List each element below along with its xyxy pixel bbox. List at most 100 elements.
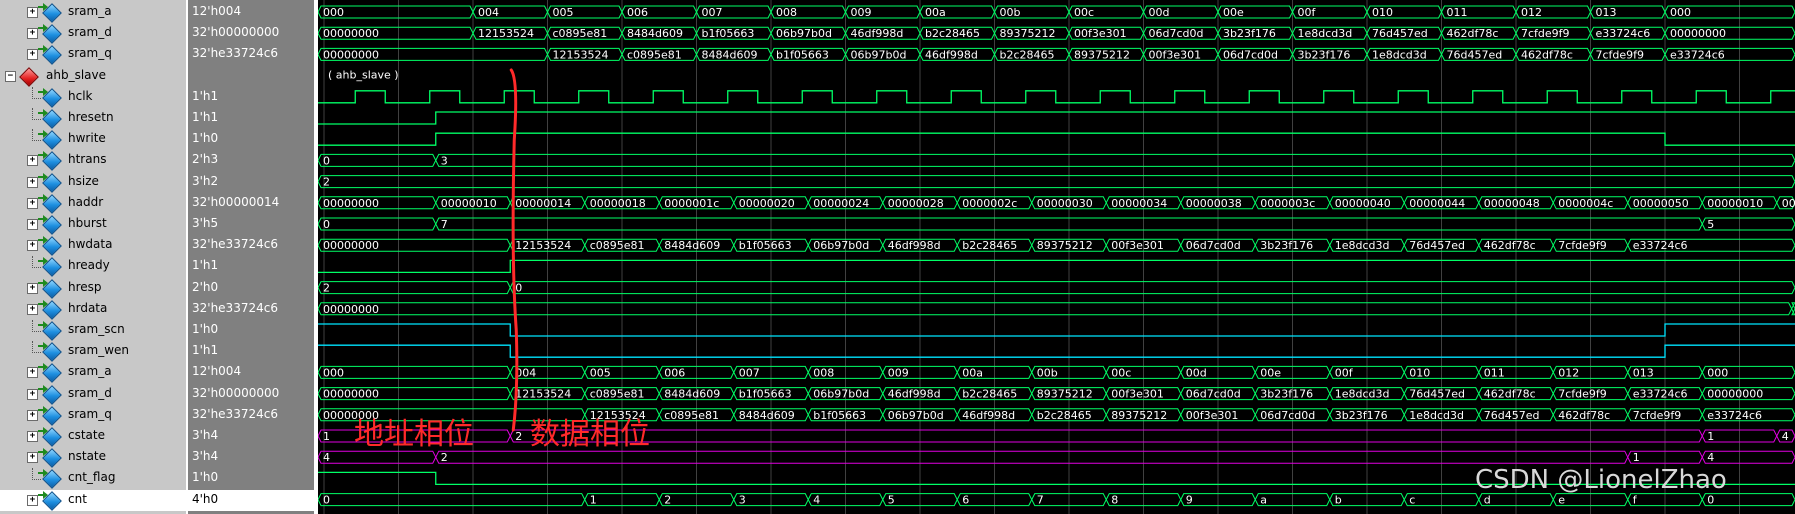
signal-value-row[interactable]: 1'h0 [188,468,314,489]
waveform-hrdata[interactable]: 00000000 [318,302,1795,316]
bus-value-label: 2 [323,176,330,189]
signal-value-row[interactable]: 1'h1 [188,108,314,129]
bus-value-label: b2c28465 [962,239,1017,252]
signal-row-sram_q[interactable]: + sram_q [0,44,186,66]
signal-value-row[interactable]: 32'h00000000 [188,384,314,405]
bus-value-label: 0 [323,218,330,231]
signal-row-nstate[interactable]: + nstate [0,447,186,469]
signal-value-row[interactable]: 4'h0 [188,489,314,511]
signal-row-sram_d[interactable]: + sram_d [0,384,186,405]
waveform-hwrite[interactable] [318,132,1795,146]
signal-value-row[interactable]: 3'h2 [188,172,314,193]
signal-row-hwdata[interactable]: + hwdata [0,235,186,257]
bus-value-label: 0000003c [1260,197,1315,210]
bus-segment [1701,493,1795,507]
expand-icon[interactable]: + [27,197,38,209]
bus-value-label: 89375212 [1074,48,1130,61]
signal-value: 32'h00000014 [192,194,280,209]
expand-icon[interactable]: + [27,219,38,230]
signal-row-haddr[interactable]: + haddr [0,193,186,214]
signal-row-cnt[interactable]: + cnt [0,489,186,511]
waveform-hclk[interactable] [318,90,1795,104]
signal-row-hready[interactable]: hready [0,256,186,278]
signal-value-row[interactable]: 3'h4 [188,426,314,447]
bus-value-label: b1f05663 [776,48,829,61]
waveform-sram_d[interactable]: 00000000 12153524 c0895e81 8484d609 b1f05663… [318,387,1795,401]
expand-icon[interactable]: + [27,28,38,40]
expand-icon[interactable]: + [27,409,38,421]
signal-row-hwrite[interactable]: hwrite [0,129,186,151]
expand-icon[interactable]: + [27,388,38,400]
expand-icon[interactable]: + [27,303,38,315]
signal-row-htrans[interactable]: + htrans [0,150,186,172]
waveform-hresp[interactable]: 20 [318,281,1795,295]
waveform-haddr[interactable]: 00000000 00000010 00000014 00000018 0000001c… [318,196,1795,210]
waveform-canvas[interactable]: 000 004 005 006 007 008 009 00a 00b 00c 00d 00e 00f 0… [318,0,1795,514]
signal-row-hburst[interactable]: + hburst [0,214,186,235]
signal-value-row[interactable]: 32'he33724c6 [188,44,314,65]
signal-row-ahb_slave[interactable]: − ahb_slave [0,66,186,87]
expand-icon[interactable]: + [27,494,38,506]
signal-value-row[interactable]: 32'h00000000 [188,23,314,44]
signal-row-cnt_flag[interactable]: cnt_flag [0,468,186,490]
waveform-sram_d[interactable]: 00000000 12153524 c0895e81 8484d609 b1f05663… [318,26,1795,40]
expand-icon[interactable]: + [27,431,38,442]
waveform-nstate[interactable]: 4 2 1 4 [318,450,1795,464]
bus-value-label: 00000018 [590,197,646,210]
bus-value-label: 00000044 [1409,197,1465,210]
expand-icon[interactable]: + [27,367,38,379]
waveform-cnt[interactable]: 0 1 2 3 4 5 6 7 8 9 a b c d e f 0 [318,493,1795,507]
signal-row-cstate[interactable]: + cstate [0,426,186,447]
waveform-hwdata[interactable]: 00000000 12153524 c0895e81 8484d609 b1f05663… [318,238,1795,252]
signal-row-hclk[interactable]: hclk [0,86,186,108]
bit-trace [318,344,1795,358]
expand-icon[interactable]: + [27,240,38,252]
waveform-htrans[interactable]: 03 [318,153,1795,167]
expand-icon[interactable]: + [27,282,38,294]
signal-row-hrdata[interactable]: + hrdata [0,299,186,320]
signal-value-row[interactable]: 1'h0 [188,129,314,150]
waveform-sram_wen[interactable] [318,344,1795,358]
signal-value-row[interactable] [188,66,314,87]
waveform-hresetn[interactable] [318,111,1795,125]
signal-value-row[interactable]: 32'he33724c6 [188,299,314,320]
signal-row-sram_wen[interactable]: sram_wen [0,341,186,363]
waveform-sram_scn[interactable] [318,323,1795,337]
signal-value-row[interactable]: 2'h0 [188,278,314,299]
waveform-sram_q[interactable]: 00000000 12153524 c0895e81 8484d609 b1f05663… [318,47,1795,61]
waveform-ahb_slave[interactable]: ( ahb_slave ) [328,69,399,82]
signal-value-row[interactable]: 1'h1 [188,256,314,277]
signal-row-hsize[interactable]: + hsize [0,172,186,193]
signal-value-row[interactable]: 1'h0 [188,320,314,341]
signal-row-hresp[interactable]: + hresp [0,278,186,299]
signal-value-row[interactable]: 32'h00000014 [188,193,314,214]
signal-value-row[interactable]: 3'h5 [188,214,314,235]
signal-value-row[interactable]: 12'h004 [188,2,314,23]
waveform-hsize[interactable]: 2 [318,175,1795,189]
expand-icon[interactable]: + [27,49,38,61]
signal-row-sram_scn[interactable]: sram_scn [0,320,186,341]
waveform-sram_a[interactable]: 000 004 005 006 007 008 009 00a 00b 00c 00d 00e 00f 0… [318,365,1795,379]
expand-icon[interactable]: + [27,176,38,188]
signal-value-row[interactable]: 2'h3 [188,150,314,171]
waveform-hready[interactable] [318,259,1795,274]
signal-row-sram_a[interactable]: + sram_a [0,2,186,23]
signal-value: 1'h1 [192,258,219,273]
collapse-icon[interactable]: − [5,70,16,82]
signal-value-row[interactable]: 12'h004 [188,362,314,383]
signal-value-row[interactable]: 32'he33724c6 [188,405,314,426]
waveform-hburst[interactable]: 0 7 5 [318,217,1795,231]
bus-segment [318,365,511,379]
signal-value-row[interactable]: 1'h1 [188,341,314,362]
signal-row-sram_d[interactable]: + sram_d [0,23,186,45]
signal-value-row[interactable]: 32'he33724c6 [188,235,314,256]
expand-icon[interactable]: + [27,7,38,18]
expand-icon[interactable]: + [27,155,38,167]
waveform-sram_a[interactable]: 000 004 005 006 007 008 009 00a 00b 00c 00d 00e 00f 0… [318,5,1795,19]
expand-icon[interactable]: + [27,452,38,464]
signal-value-row[interactable]: 1'h1 [188,87,314,108]
signal-row-sram_q[interactable]: + sram_q [0,405,186,426]
signal-row-sram_a[interactable]: + sram_a [0,362,186,384]
signal-value-row[interactable]: 3'h4 [188,447,314,468]
signal-row-hresetn[interactable]: hresetn [0,108,186,129]
